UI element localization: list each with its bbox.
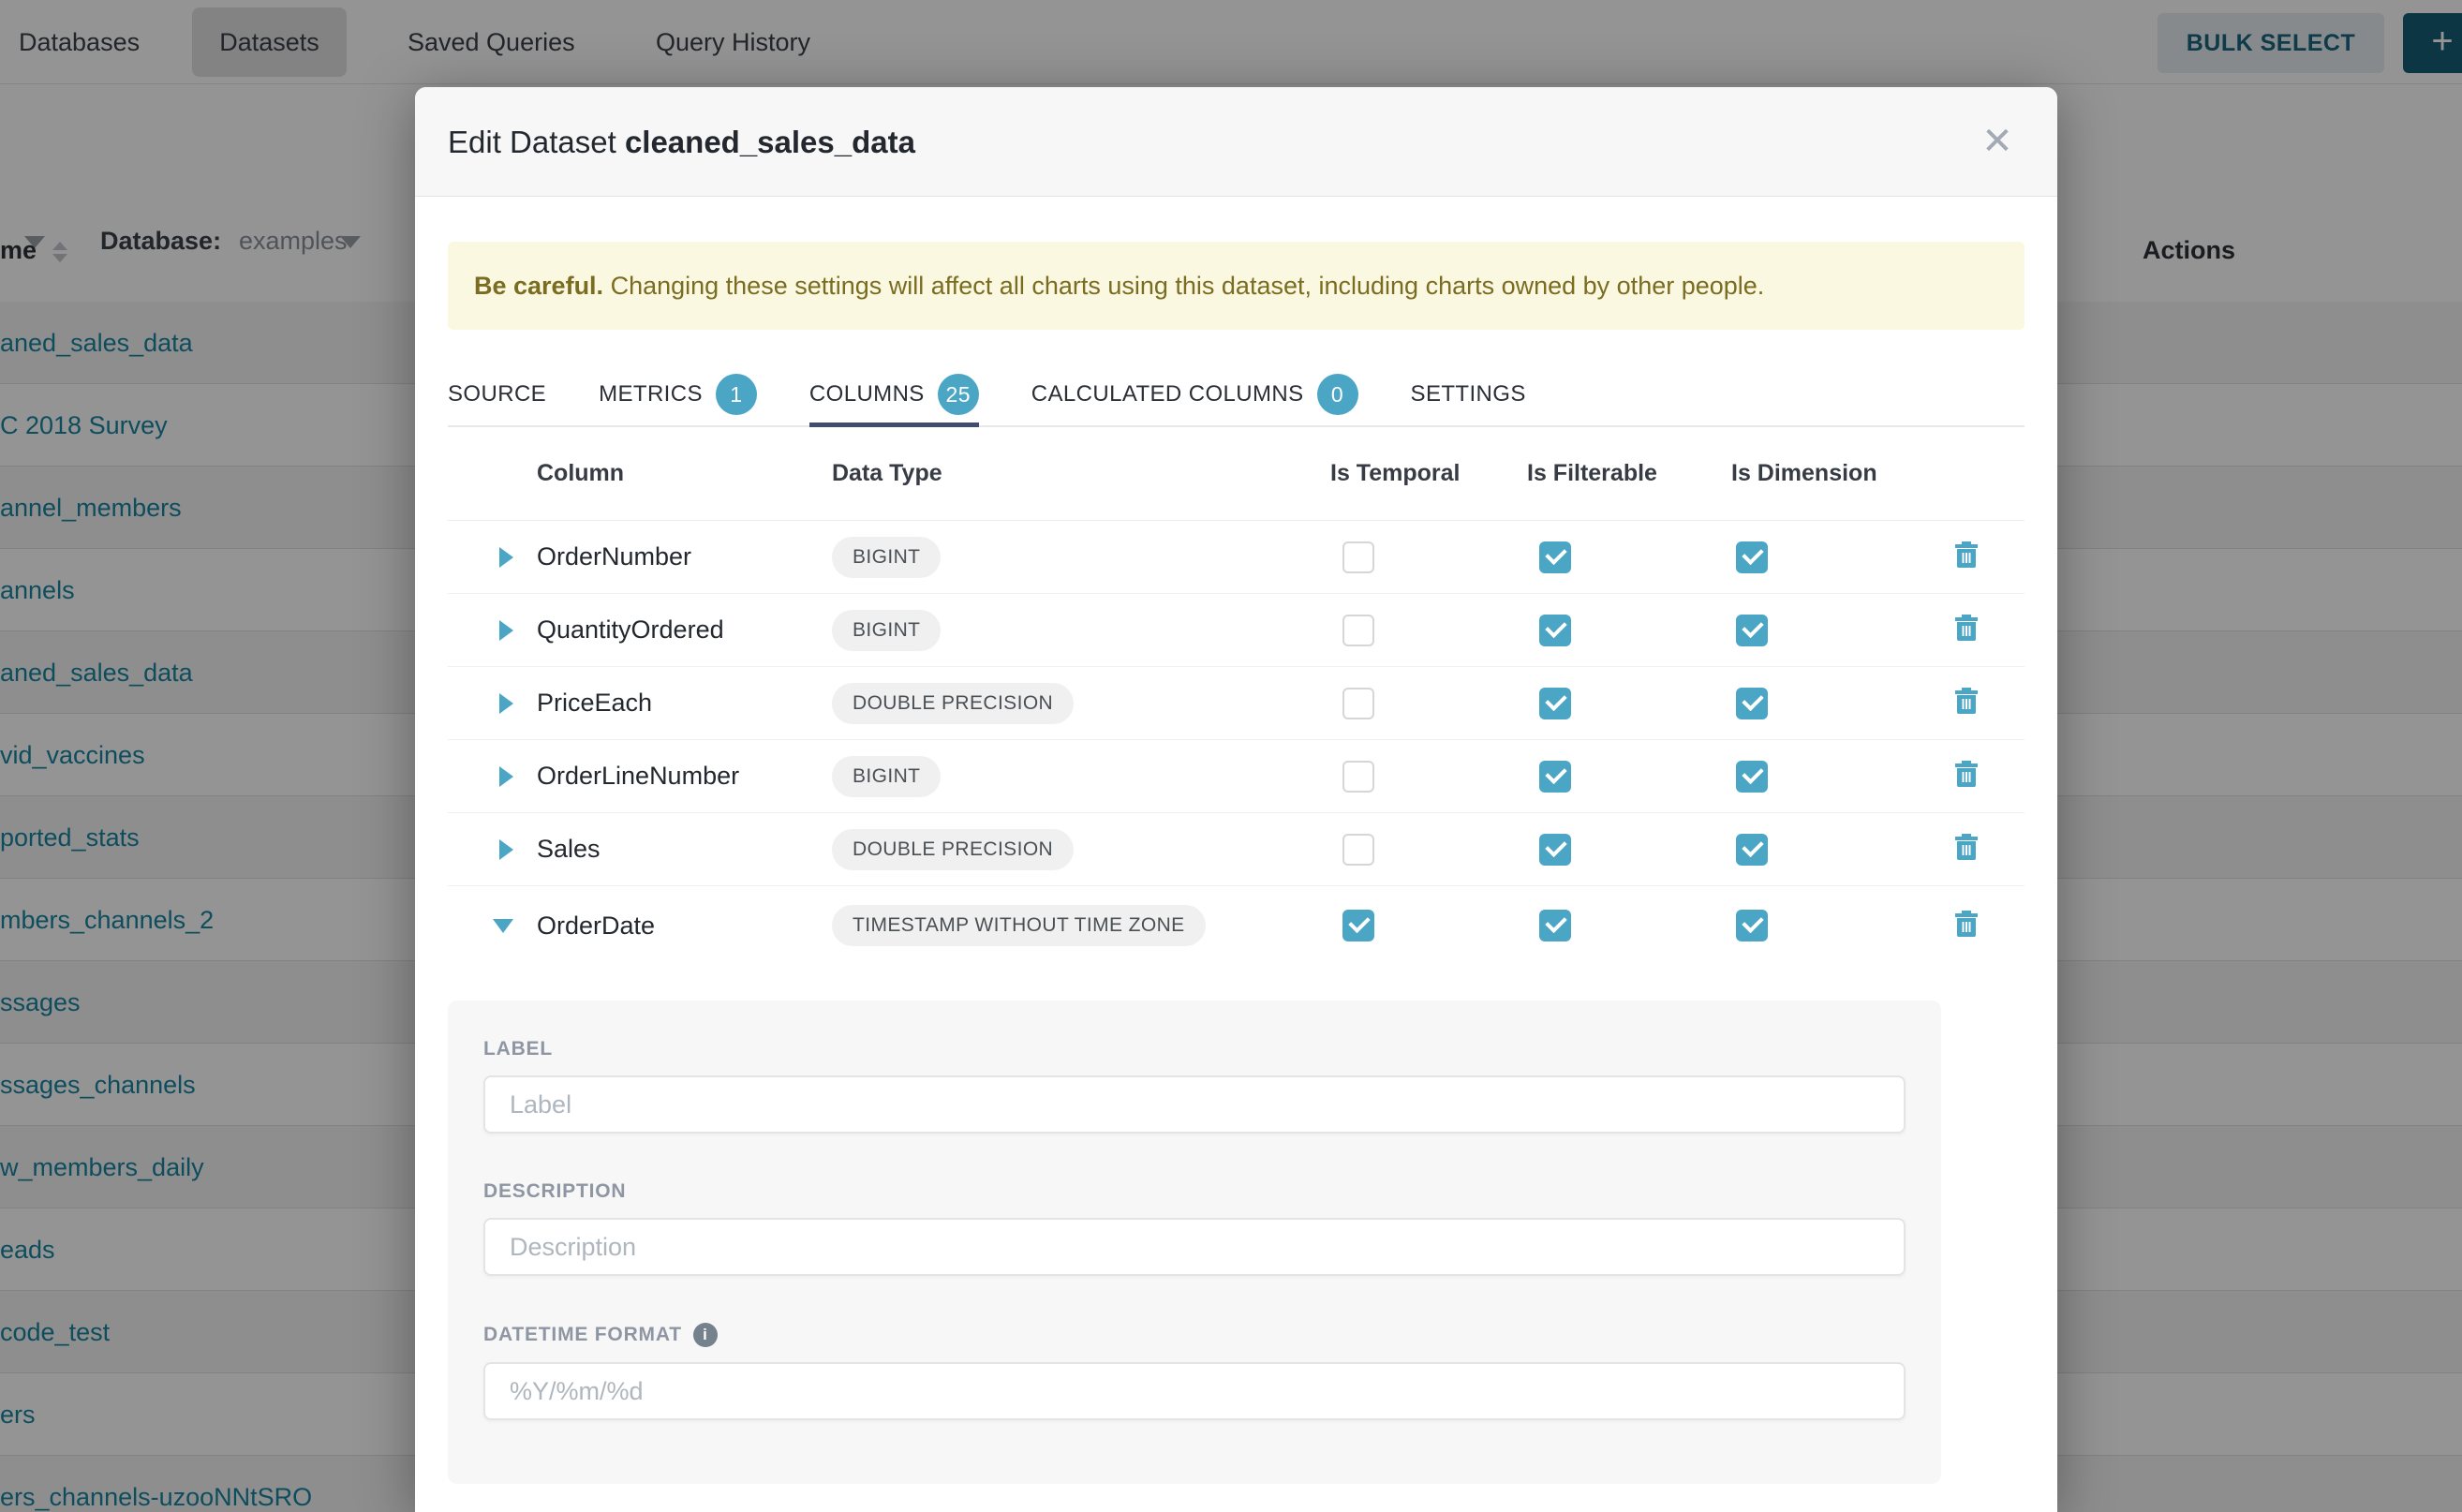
column-name: PriceEach: [537, 689, 832, 718]
modal-title-prefix: Edit Dataset: [448, 125, 625, 159]
is-filterable-checkbox[interactable]: [1539, 541, 1571, 573]
delete-column-trash-icon[interactable]: [1954, 614, 1979, 646]
columns-table-body: OrderNumberBIGINTQuantityOrderedBIGINTPr…: [448, 521, 2024, 965]
is-dimension-checkbox[interactable]: [1736, 615, 1768, 646]
modal-dataset-name: cleaned_sales_data: [625, 125, 915, 159]
column-row: SalesDOUBLE PRECISION: [448, 813, 2024, 886]
expand-caret-icon[interactable]: [499, 766, 513, 787]
column-row: PriceEachDOUBLE PRECISION: [448, 667, 2024, 740]
is-dimension-checkbox[interactable]: [1736, 910, 1768, 941]
data-type-pill: BIGINT: [832, 537, 941, 578]
tab-settings[interactable]: SETTINGS: [1411, 363, 1526, 425]
data-type-pill: DOUBLE PRECISION: [832, 683, 1074, 724]
is-filterable-checkbox[interactable]: [1539, 615, 1571, 646]
column-row: OrderLineNumberBIGINT: [448, 740, 2024, 813]
modal-title: Edit Dataset cleaned_sales_data: [448, 87, 915, 197]
columns-count-badge: 25: [938, 374, 979, 415]
column-name: OrderLineNumber: [537, 762, 832, 791]
is-dimension-checkbox[interactable]: [1736, 541, 1768, 573]
datetime-format-input[interactable]: [483, 1362, 1906, 1420]
is-temporal-checkbox[interactable]: [1342, 688, 1374, 719]
datetime-format-field-label: DATETIME FORMAT i: [483, 1323, 1906, 1347]
tab-columns[interactable]: COLUMNS25: [809, 363, 979, 425]
columns-table-header: Column Data Type Is Temporal Is Filterab…: [448, 427, 2024, 521]
column-name: QuantityOrdered: [537, 615, 832, 645]
modal-body: Be careful. Changing these settings will…: [415, 242, 2057, 1484]
tab-metrics[interactable]: METRICS1: [599, 363, 757, 425]
data-type-pill: DOUBLE PRECISION: [832, 829, 1074, 870]
delete-column-trash-icon[interactable]: [1954, 760, 1979, 793]
is-filterable-checkbox[interactable]: [1539, 910, 1571, 941]
column-name: OrderNumber: [537, 542, 832, 571]
modal-header: Edit Dataset cleaned_sales_data ✕: [415, 87, 2057, 197]
collapse-caret-icon[interactable]: [493, 919, 513, 933]
label-input[interactable]: [483, 1075, 1906, 1134]
label-field-label: LABEL: [483, 1038, 1906, 1060]
header-column: Column: [537, 460, 832, 487]
info-icon[interactable]: i: [693, 1323, 718, 1347]
description-field-label: DESCRIPTION: [483, 1180, 1906, 1203]
calculated-columns-count-badge: 0: [1317, 374, 1358, 415]
header-is-filterable: Is Filterable: [1488, 460, 1684, 487]
is-temporal-checkbox[interactable]: [1342, 834, 1374, 866]
header-is-dimension: Is Dimension: [1684, 460, 1881, 487]
tab-calculated-columns[interactable]: CALCULATED COLUMNS0: [1031, 363, 1358, 425]
is-filterable-checkbox[interactable]: [1539, 688, 1571, 719]
expand-caret-icon[interactable]: [499, 620, 513, 641]
delete-column-trash-icon[interactable]: [1954, 687, 1979, 719]
description-input[interactable]: [483, 1218, 1906, 1276]
expand-caret-icon[interactable]: [499, 839, 513, 860]
data-type-pill: TIMESTAMP WITHOUT TIME ZONE: [832, 905, 1206, 946]
is-temporal-checkbox[interactable]: [1342, 910, 1374, 941]
metrics-count-badge: 1: [716, 374, 757, 415]
expand-caret-icon[interactable]: [499, 693, 513, 714]
column-name: OrderDate: [537, 912, 832, 941]
is-temporal-checkbox[interactable]: [1342, 761, 1374, 793]
header-data-type: Data Type: [832, 460, 1291, 487]
is-dimension-checkbox[interactable]: [1736, 688, 1768, 719]
warning-text: Changing these settings will affect all …: [603, 272, 1764, 300]
data-type-pill: BIGINT: [832, 756, 941, 797]
tab-source[interactable]: SOURCE: [448, 363, 546, 425]
is-dimension-checkbox[interactable]: [1736, 761, 1768, 793]
delete-column-trash-icon[interactable]: [1954, 833, 1979, 866]
screen: Databases Datasets Saved Queries Query H…: [0, 0, 2462, 1512]
modal-tabs: SOURCE METRICS1 COLUMNS25 CALCULATED COL…: [448, 363, 2024, 427]
column-detail-panel: LABEL DESCRIPTION DATETIME FORMAT i: [448, 1001, 1941, 1484]
column-row: QuantityOrderedBIGINT: [448, 594, 2024, 667]
warning-bold-text: Be careful.: [474, 272, 603, 300]
delete-column-trash-icon[interactable]: [1954, 910, 1979, 942]
is-dimension-checkbox[interactable]: [1736, 834, 1768, 866]
column-row: OrderDateTIMESTAMP WITHOUT TIME ZONE: [448, 886, 2024, 965]
data-type-pill: BIGINT: [832, 610, 941, 651]
warning-banner: Be careful. Changing these settings will…: [448, 242, 2024, 330]
is-filterable-checkbox[interactable]: [1539, 761, 1571, 793]
expand-caret-icon[interactable]: [499, 547, 513, 568]
header-is-temporal: Is Temporal: [1291, 460, 1488, 487]
close-icon[interactable]: ✕: [1975, 119, 2020, 164]
is-temporal-checkbox[interactable]: [1342, 615, 1374, 646]
column-row: OrderNumberBIGINT: [448, 521, 2024, 594]
delete-column-trash-icon[interactable]: [1954, 541, 1979, 573]
edit-dataset-modal: Edit Dataset cleaned_sales_data ✕ Be car…: [415, 87, 2057, 1512]
is-temporal-checkbox[interactable]: [1342, 541, 1374, 573]
is-filterable-checkbox[interactable]: [1539, 834, 1571, 866]
column-name: Sales: [537, 835, 832, 864]
